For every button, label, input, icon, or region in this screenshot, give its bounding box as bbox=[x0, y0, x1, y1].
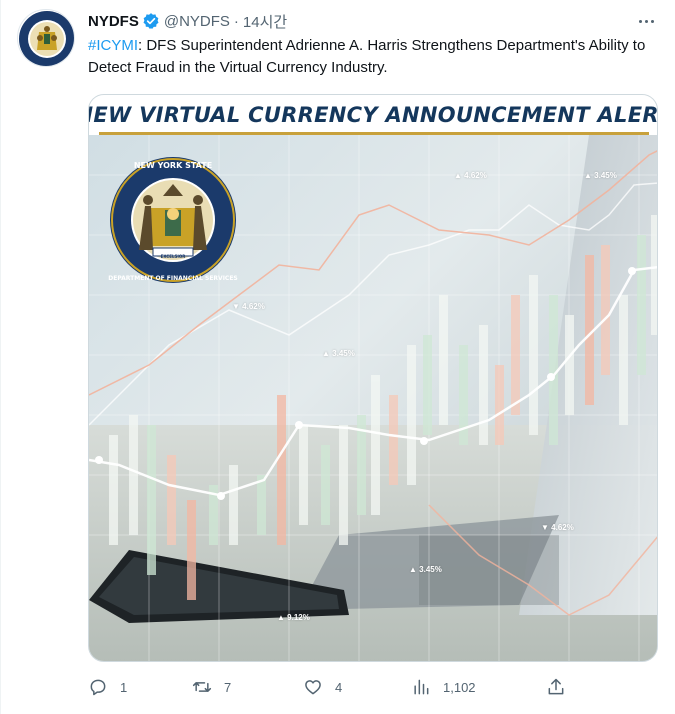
chart-label: ▼ 4.62% bbox=[541, 523, 574, 532]
header-separator: · bbox=[233, 12, 239, 30]
author-name[interactable]: NYDFS bbox=[88, 13, 139, 30]
like-count: 4 bbox=[335, 679, 343, 695]
seal-motto: EXCELSIOR bbox=[161, 254, 186, 259]
chart-label: ▼ 4.62% bbox=[232, 302, 265, 311]
nydfs-seal-icon bbox=[19, 11, 74, 66]
avatar[interactable] bbox=[17, 9, 75, 67]
tweet-media[interactable]: NEW YORK STATE DEPARTMENT OF FINANCIAL S… bbox=[88, 94, 658, 662]
retweet-count: 7 bbox=[224, 679, 232, 695]
timestamp[interactable]: 14시간 bbox=[243, 11, 287, 32]
share-icon bbox=[548, 678, 564, 695]
hashtag-link[interactable]: #ICYMI bbox=[88, 37, 138, 54]
verified-badge-icon bbox=[143, 13, 159, 29]
timeline-divider bbox=[0, 0, 1, 714]
like-button[interactable]: 4 bbox=[303, 676, 342, 698]
banner-rule bbox=[99, 132, 649, 135]
reply-button[interactable]: 1 bbox=[88, 676, 127, 698]
views-button[interactable]: 1,102 bbox=[411, 676, 476, 698]
chart-label: ▲ 4.62% bbox=[454, 171, 487, 180]
chart-label: ▲ 3.45% bbox=[584, 171, 617, 180]
reply-icon bbox=[90, 679, 106, 696]
share-button[interactable] bbox=[546, 676, 566, 698]
seal-top-text: NEW YORK STATE bbox=[134, 161, 212, 170]
tweet[interactable]: NYDFS @NYDFS · 14시간 #ICYMI: DFS Superint… bbox=[0, 0, 675, 714]
retweet-button[interactable]: 7 bbox=[192, 676, 231, 698]
retweet-icon bbox=[192, 682, 212, 692]
banner-title: NEW VIRTUAL CURRENCY ANNOUNCEMENT ALERT bbox=[88, 103, 658, 127]
like-icon bbox=[305, 680, 321, 695]
more-icon[interactable] bbox=[633, 11, 659, 31]
announcement-banner: NEW VIRTUAL CURRENCY ANNOUNCEMENT ALERT bbox=[88, 95, 658, 135]
tweet-body: : DFS Superintendent Adrienne A. Harris … bbox=[88, 37, 646, 76]
view-count: 1,102 bbox=[443, 679, 476, 695]
chart-label: ▲ 9.12% bbox=[277, 613, 310, 622]
chart-label: ▲ 3.45% bbox=[409, 565, 442, 574]
tweet-actions: 1 7 4 1,102 bbox=[88, 676, 658, 698]
tweet-header: NYDFS @NYDFS · 14시간 bbox=[88, 10, 287, 32]
views-icon bbox=[414, 679, 429, 695]
author-handle[interactable]: @NYDFS bbox=[164, 13, 230, 30]
tweet-text: #ICYMI: DFS Superintendent Adrienne A. H… bbox=[88, 35, 648, 79]
seal-ring-text: DEPARTMENT OF FINANCIAL SERVICES bbox=[108, 275, 238, 282]
reply-count: 1 bbox=[120, 679, 128, 695]
chart-photo: NEW YORK STATE DEPARTMENT OF FINANCIAL S… bbox=[89, 95, 657, 661]
chart-label: ▲ 3.45% bbox=[322, 349, 355, 358]
